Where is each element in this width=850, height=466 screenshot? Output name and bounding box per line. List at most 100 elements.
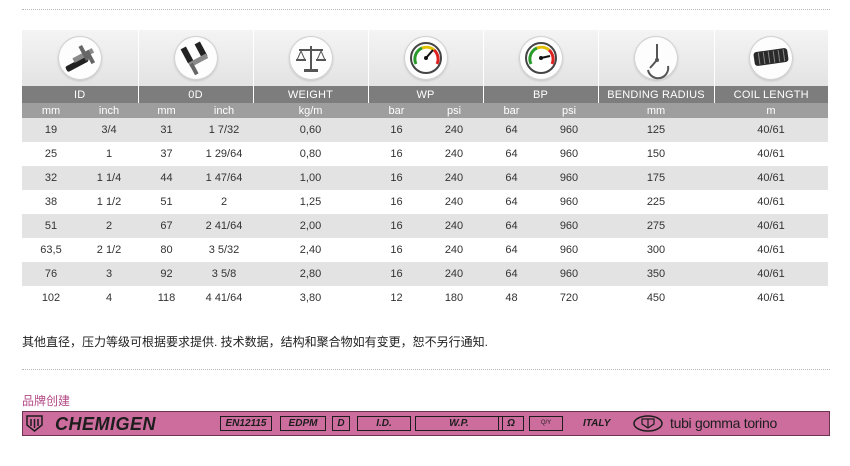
table-cell: 16 — [390, 244, 403, 256]
unit-cell: inch — [80, 103, 138, 118]
table-cell: 960 — [540, 166, 598, 190]
table-cell: 51 — [22, 214, 80, 238]
units-row: mm inch mm inch kg/m bar psi bar psi mm … — [22, 103, 828, 118]
marking-box-material: EDPM — [280, 416, 326, 431]
table-cell: 240 — [425, 262, 483, 286]
table-cell: 32 — [22, 166, 80, 190]
table-row: 38 1 1/2 51 2 1,25 16 240 64 960 225 40/61 — [22, 190, 828, 214]
table-cell: 240 — [444, 148, 464, 160]
header-id: ID — [22, 86, 139, 103]
unit-cell: bar — [483, 103, 540, 118]
table-cell: 150 — [646, 148, 666, 160]
table-cell: 4 — [105, 292, 113, 304]
table-cell: 960 — [540, 214, 598, 238]
table-cell: 19 — [22, 118, 80, 142]
caliper-outer-icon — [173, 36, 218, 80]
table-cell: 40/61 — [757, 196, 785, 208]
shield-logo-icon — [26, 415, 43, 432]
marking-box-standard: EN12115 — [220, 416, 272, 431]
header-weight: WEIGHT — [253, 86, 369, 103]
pressure-gauge-icon — [403, 36, 448, 80]
unit-cell: psi — [540, 103, 598, 118]
table-cell: 450 — [646, 292, 666, 304]
table-row: 32 1 1/4 44 1 47/64 1,00 16 240 64 960 175 40/61 — [22, 166, 828, 190]
table-cell: 1 1/4 — [80, 166, 138, 190]
marking-box-omega: Ω — [498, 416, 524, 431]
table-cell: 1 7/32 — [195, 118, 253, 142]
table-cell: 48 — [505, 292, 518, 304]
unit-cell: psi — [425, 103, 483, 118]
unit-cell: bar — [368, 103, 425, 118]
table-cell: 44 — [138, 166, 195, 190]
header-wp: WP — [368, 86, 484, 103]
disclaimer-note: 其他直径，压力等级可根据要求提供. 技术数据，结构和聚合物如有变更，恕不另行通知… — [22, 335, 489, 349]
table-cell: 80 — [160, 244, 173, 256]
table-cell: 16 — [368, 118, 425, 142]
table-cell: 40/61 — [714, 214, 828, 238]
table-cell: 40/61 — [757, 148, 785, 160]
table-cell: 3,80 — [299, 292, 322, 304]
table-cell: 67 — [138, 214, 195, 238]
table-cell: 0,80 — [299, 148, 322, 160]
unit-cell: m — [714, 103, 828, 118]
table-cell: 1,25 — [299, 196, 322, 208]
table-cell: 960 — [540, 118, 598, 142]
table-cell: 102 — [41, 292, 61, 304]
brand-name: CHEMIGEN — [55, 414, 157, 434]
table-cell: 960 — [559, 244, 579, 256]
table-cell: 240 — [425, 166, 483, 190]
table-cell: 64 — [483, 118, 540, 142]
brand-origin-label: 品牌创建 — [22, 394, 71, 408]
table-cell: 2,00 — [253, 214, 368, 238]
caliper-inner-icon — [57, 36, 102, 80]
table-row: 51 2 67 2 41/64 2,00 16 240 64 960 275 40/61 — [22, 214, 828, 238]
table-cell: 16 — [368, 166, 425, 190]
table-cell: 40/61 — [714, 262, 828, 286]
table-cell: 1 1/2 — [96, 196, 122, 208]
header-row: ID 0D WEIGHT WP BP BENDING RADIUS COIL L… — [22, 86, 828, 103]
unit-cell: inch — [195, 103, 253, 118]
table-cell: 92 — [138, 262, 195, 286]
country-label: ITALY — [583, 418, 611, 429]
scale-balance-icon — [288, 36, 333, 80]
table-cell: 40/61 — [757, 292, 785, 304]
table-cell: 51 — [160, 196, 173, 208]
hose-spec-table: ID 0D WEIGHT WP BP BENDING RADIUS COIL L… — [22, 30, 828, 310]
table-cell: 240 — [425, 118, 483, 142]
table-cell: 720 — [559, 292, 579, 304]
table-cell: 960 — [540, 262, 598, 286]
marking-box-wp: W.P. — [415, 416, 503, 431]
table-cell: 64 — [483, 166, 540, 190]
table-cell: 0,60 — [253, 118, 368, 142]
table-cell: 12 — [390, 292, 403, 304]
unit-cell: mm — [138, 103, 195, 118]
unit-cell: kg/m — [253, 103, 368, 118]
table-cell: 64 — [483, 214, 540, 238]
unit-cell: mm — [22, 103, 80, 118]
table-cell: 1 29/64 — [205, 148, 243, 160]
table-cell: 31 — [138, 118, 195, 142]
header-bending-radius: BENDING RADIUS — [598, 86, 715, 103]
table-cell: 350 — [598, 262, 714, 286]
table-row: 25 1 37 1 29/64 0,80 16 240 64 960 150 40/61 — [22, 142, 828, 166]
manufacturer-logo-icon — [633, 415, 663, 432]
table-cell: 38 — [44, 196, 58, 208]
marking-box-date: D — [332, 416, 350, 431]
table-row: 102 4 118 4 41/64 3,80 12 180 48 720 450 40/61 — [22, 286, 828, 310]
table-cell: 63,5 — [40, 244, 62, 256]
table-cell: 2 — [220, 196, 228, 208]
table-cell: 3 — [80, 262, 138, 286]
table-cell: 2,80 — [253, 262, 368, 286]
table-cell: 64 — [505, 244, 518, 256]
table-cell: 64 — [505, 196, 518, 208]
table-cell: 2,40 — [299, 244, 322, 256]
table-row: 63,5 2 1/2 80 3 5/32 2,40 16 240 64 960 300 40/61 — [22, 238, 828, 262]
table-cell: 240 — [425, 214, 483, 238]
table-cell: 64 — [483, 262, 540, 286]
hose-coil-icon — [749, 36, 794, 80]
header-od: 0D — [138, 86, 254, 103]
bending-radius-icon — [634, 36, 678, 80]
table-cell: 240 — [444, 196, 464, 208]
table-cell: 2 41/64 — [195, 214, 253, 238]
table-cell: 1,00 — [253, 166, 368, 190]
